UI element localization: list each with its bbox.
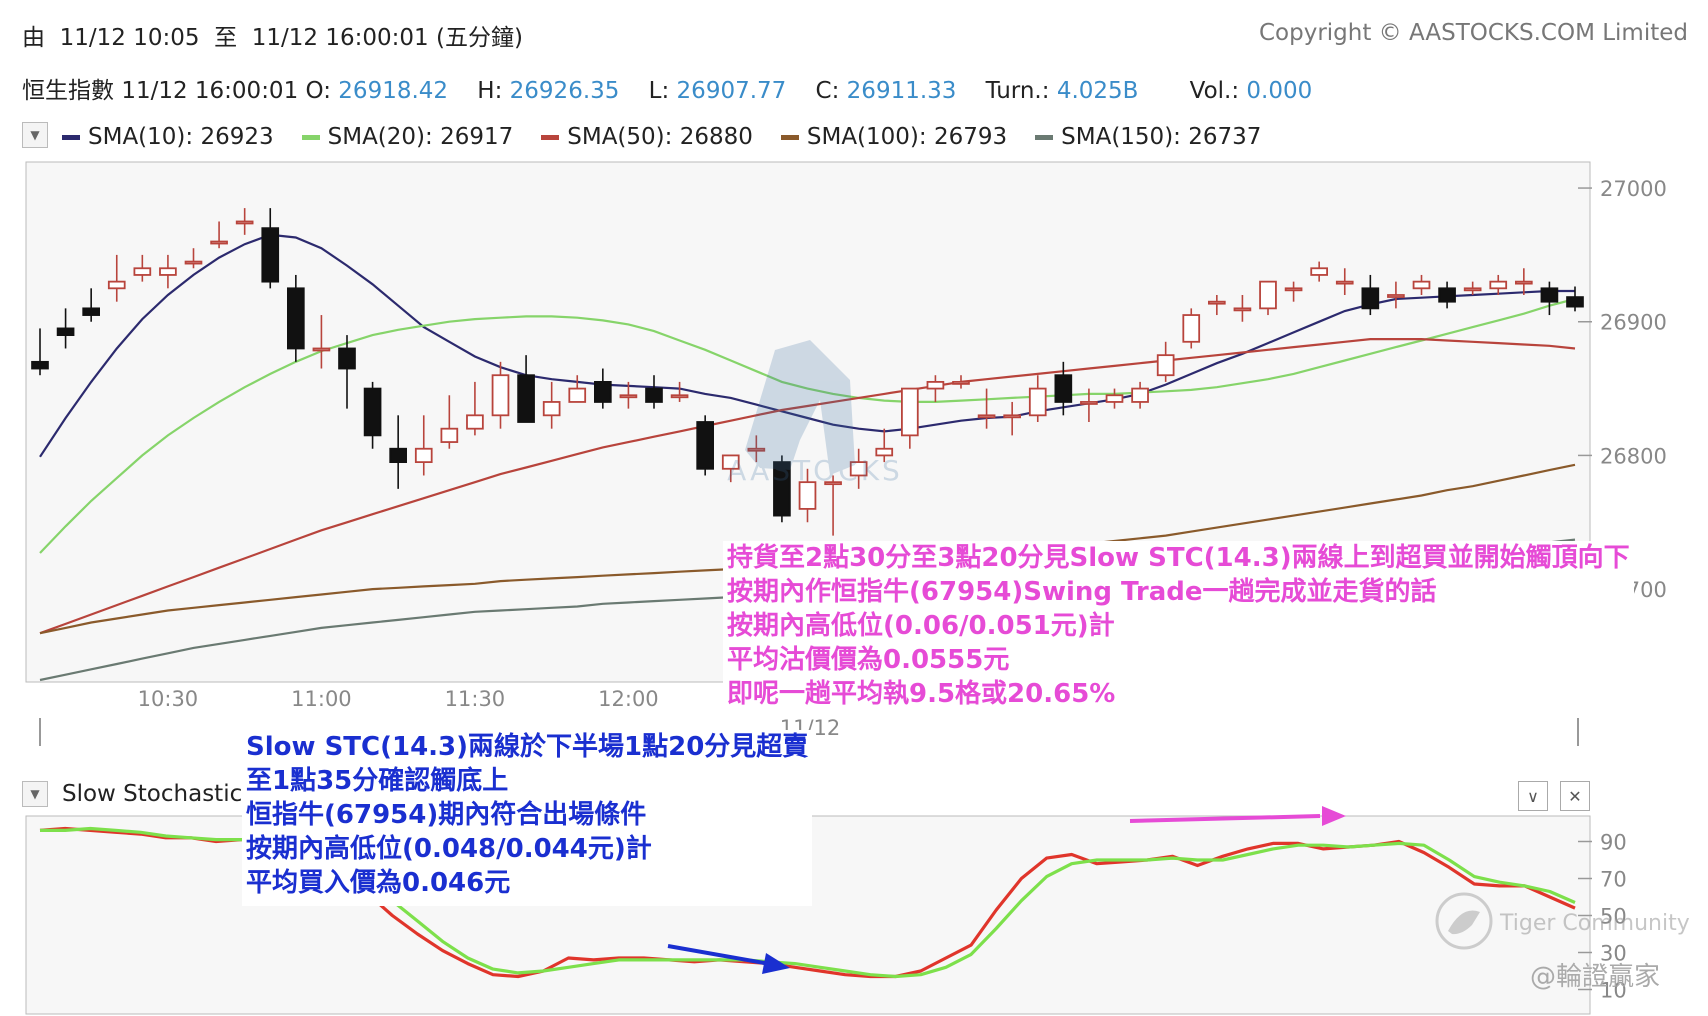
sell-annotation: 持貨至2點30分至3點20分見Slow STC(14.3)兩線上到超買並開始觸頂… (723, 541, 1634, 717)
stoch-tick-label: 90 (1600, 831, 1627, 855)
svg-text:Tiger Community: Tiger Community (1499, 911, 1690, 936)
buy-note-line: 恒指牛(67954)期內符合出場條件 (246, 800, 647, 830)
stoch-tick-label: 70 (1600, 868, 1627, 892)
buy-note-line: Slow STC(14.3)兩線於下半場1點20分見超賣 (246, 732, 809, 762)
buy-annotation: Slow STC(14.3)兩線於下半場1點20分見超賣 至1點35分確認觸底上… (242, 730, 813, 906)
author-watermark: @輪證贏家 (1530, 962, 1660, 992)
sell-note-line: 平均沽價價為0.0555元 (727, 645, 1010, 675)
sell-note-line: 按期內作恒指牛(67954)Swing Trade一趟完成並走貨的話 (727, 577, 1437, 607)
buy-note-line: 至1點35分確認觸底上 (246, 766, 509, 796)
sell-note-line: 持貨至2點30分至3點20分見Slow STC(14.3)兩線上到超買並開始觸頂… (727, 543, 1630, 573)
sell-note-line: 按期內高低位(0.06/0.051元)計 (727, 611, 1115, 641)
buy-note-line: 按期內高低位(0.048/0.044元)計 (246, 834, 652, 864)
buy-note-line: 平均買入價為0.046元 (246, 868, 511, 898)
sell-note-line: 即呢一趟平均執9.5格或20.65% (727, 679, 1116, 709)
